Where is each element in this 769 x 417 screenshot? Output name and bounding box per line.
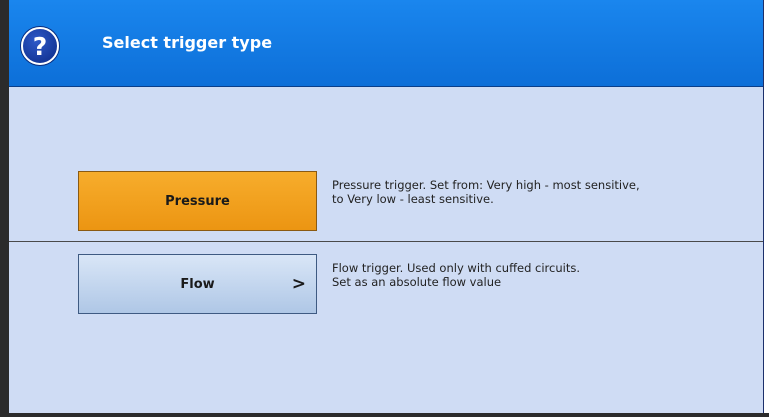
pressure-button[interactable]: Pressure [78, 171, 317, 231]
flow-button-label: Flow [180, 276, 215, 292]
flow-description-line1: Flow trigger. Used only with cuffed circ… [332, 261, 580, 275]
chevron-right-icon: > [291, 274, 306, 294]
flow-button[interactable]: Flow > [78, 254, 317, 314]
pressure-description-line1: Pressure trigger. Set from: Very high - … [332, 178, 640, 192]
window-left-edge [0, 0, 9, 417]
pressure-description: Pressure trigger. Set from: Very high - … [332, 178, 752, 206]
flow-description: Flow trigger. Used only with cuffed circ… [332, 261, 752, 289]
flow-description-line2: Set as an absolute flow value [332, 275, 502, 289]
title-bar: ? Select trigger type [9, 0, 763, 87]
screen-frame: ? Select trigger type Pressure Pressure … [0, 0, 769, 417]
help-icon[interactable]: ? [21, 27, 59, 65]
option-divider [9, 241, 763, 242]
trigger-type-dialog: ? Select trigger type Pressure Pressure … [9, 0, 764, 413]
help-icon-glyph: ? [32, 31, 48, 61]
pressure-button-label: Pressure [165, 193, 230, 209]
pressure-description-line2: to Very low - least sensitive. [332, 192, 494, 206]
dialog-title: Select trigger type [102, 33, 273, 52]
window-bottom-edge [0, 413, 769, 417]
